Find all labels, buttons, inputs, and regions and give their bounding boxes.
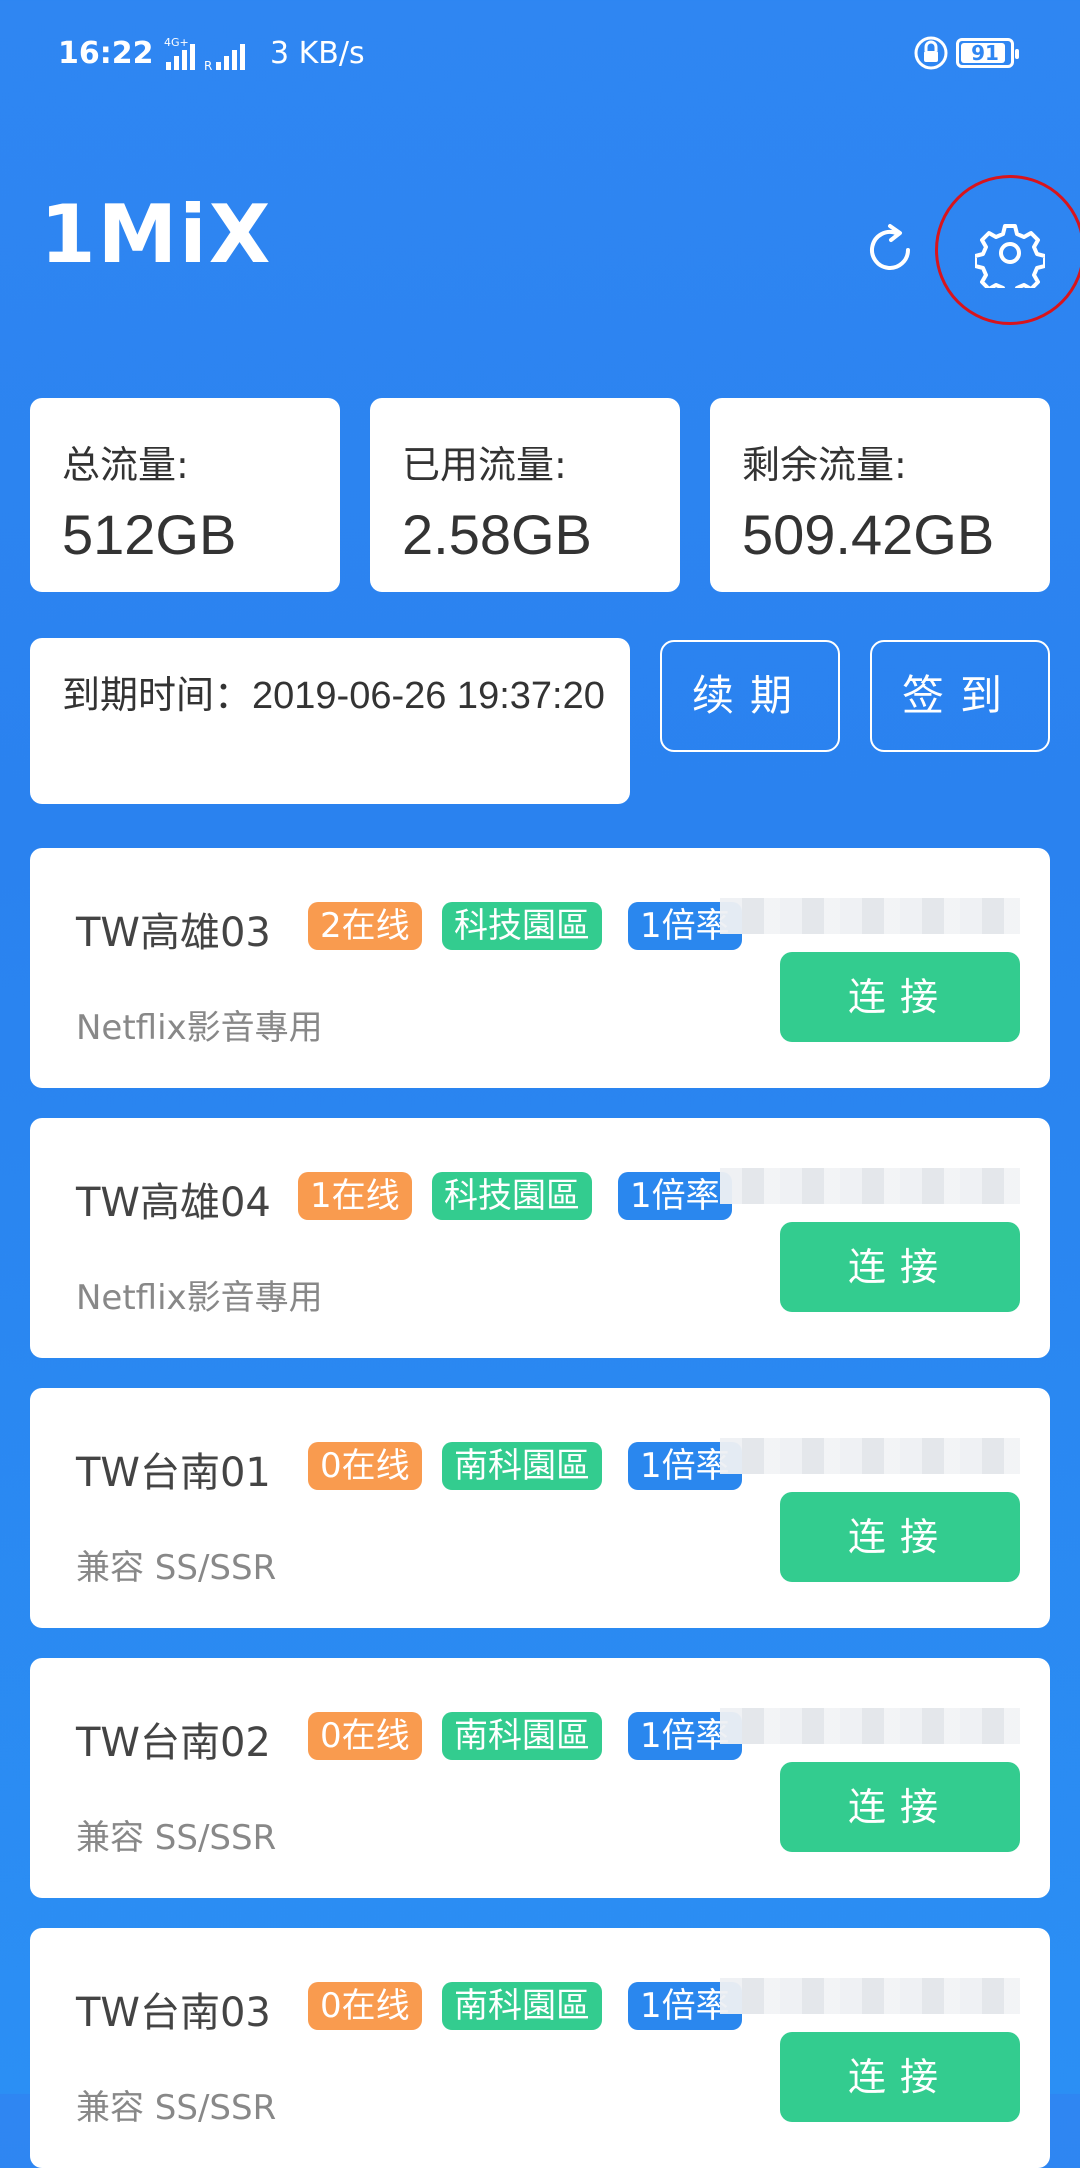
region-badge: 南科園區 xyxy=(442,1982,602,2030)
region-badge: 科技園區 xyxy=(432,1172,592,1220)
refresh-icon[interactable] xyxy=(860,220,920,280)
network-speed: 3 KB/s xyxy=(270,36,365,71)
server-description: Netflix影音專用 xyxy=(76,1278,323,1318)
redacted-address xyxy=(720,1708,1020,1744)
online-count-badge: 1在线 xyxy=(298,1172,412,1220)
rotation-lock-icon xyxy=(914,36,948,70)
redacted-address xyxy=(720,898,1020,934)
server-card[interactable]: TW台南01 0在线 南科園區 1倍率 兼容 SS/SSR 连接 xyxy=(30,1388,1050,1628)
connect-button[interactable]: 连接 xyxy=(780,1762,1020,1852)
online-count-badge: 2在线 xyxy=(308,902,422,950)
battery-icon: 91 xyxy=(956,38,1019,68)
svg-text:R: R xyxy=(204,59,212,73)
connect-button[interactable]: 连接 xyxy=(780,1222,1020,1312)
connect-button[interactable]: 连接 xyxy=(780,1492,1020,1582)
remaining-traffic-card: 剩余流量: 509.42GB xyxy=(710,398,1050,592)
server-name: TW台南02 xyxy=(76,1720,271,1766)
server-description: Netflix影音專用 xyxy=(76,1008,323,1048)
redacted-address xyxy=(720,1168,1020,1204)
server-name: TW高雄03 xyxy=(76,910,271,956)
online-count-badge: 0在线 xyxy=(308,1712,422,1760)
online-count-badge: 0在线 xyxy=(308,1982,422,2030)
stat-value: 509.42GB xyxy=(742,503,995,566)
server-card[interactable]: TW台南02 0在线 南科園區 1倍率 兼容 SS/SSR 连接 xyxy=(30,1658,1050,1898)
signal-icon: 4G+ R xyxy=(164,36,245,73)
rate-badge: 1倍率 xyxy=(618,1172,732,1220)
stat-value: 2.58GB xyxy=(402,503,592,566)
region-badge: 南科園區 xyxy=(442,1712,602,1760)
redacted-address xyxy=(720,1438,1020,1474)
connect-button[interactable]: 连接 xyxy=(780,2032,1020,2122)
stat-value: 512GB xyxy=(62,503,237,566)
server-name: TW台南03 xyxy=(76,1990,271,2036)
redacted-address xyxy=(720,1978,1020,2014)
server-card[interactable]: TW台南03 0在线 南科園區 1倍率 兼容 SS/SSR 连接 xyxy=(30,1928,1050,2168)
stat-label: 总流量: xyxy=(62,443,189,487)
total-traffic-card: 总流量: 512GB xyxy=(30,398,340,592)
server-description: 兼容 SS/SSR xyxy=(76,1818,277,1858)
stat-label: 已用流量: xyxy=(402,443,567,487)
renew-button[interactable]: 续期 xyxy=(660,640,840,752)
server-description: 兼容 SS/SSR xyxy=(76,2088,277,2128)
server-name: TW高雄04 xyxy=(76,1180,271,1226)
server-card[interactable]: TW高雄04 1在线 科技園區 1倍率 Netflix影音專用 连接 xyxy=(30,1118,1050,1358)
online-count-badge: 0在线 xyxy=(308,1442,422,1490)
network-type-label: 4G+ xyxy=(164,36,189,49)
server-name: TW台南01 xyxy=(76,1450,271,1496)
stat-label: 剩余流量: xyxy=(742,443,907,487)
used-traffic-card: 已用流量: 2.58GB xyxy=(370,398,680,592)
app-logo: 1MiX xyxy=(40,188,273,281)
status-bar: 16:22 4G+ R 3 KB/s 91 xyxy=(0,0,1080,110)
checkin-button[interactable]: 签到 xyxy=(870,640,1050,752)
status-time: 16:22 xyxy=(58,36,154,71)
expiry-card: 到期时间：2019-06-26 19:37:20 xyxy=(30,638,630,804)
connect-button[interactable]: 连接 xyxy=(780,952,1020,1042)
server-card[interactable]: TW高雄03 2在线 科技園區 1倍率 Netflix影音專用 连接 xyxy=(30,848,1050,1088)
battery-level: 91 xyxy=(971,41,999,65)
server-description: 兼容 SS/SSR xyxy=(76,1548,277,1588)
region-badge: 科技園區 xyxy=(442,902,602,950)
expiry-text: 到期时间：2019-06-26 19:37:20 xyxy=(62,675,605,717)
gear-icon[interactable] xyxy=(975,218,1045,288)
region-badge: 南科園區 xyxy=(442,1442,602,1490)
